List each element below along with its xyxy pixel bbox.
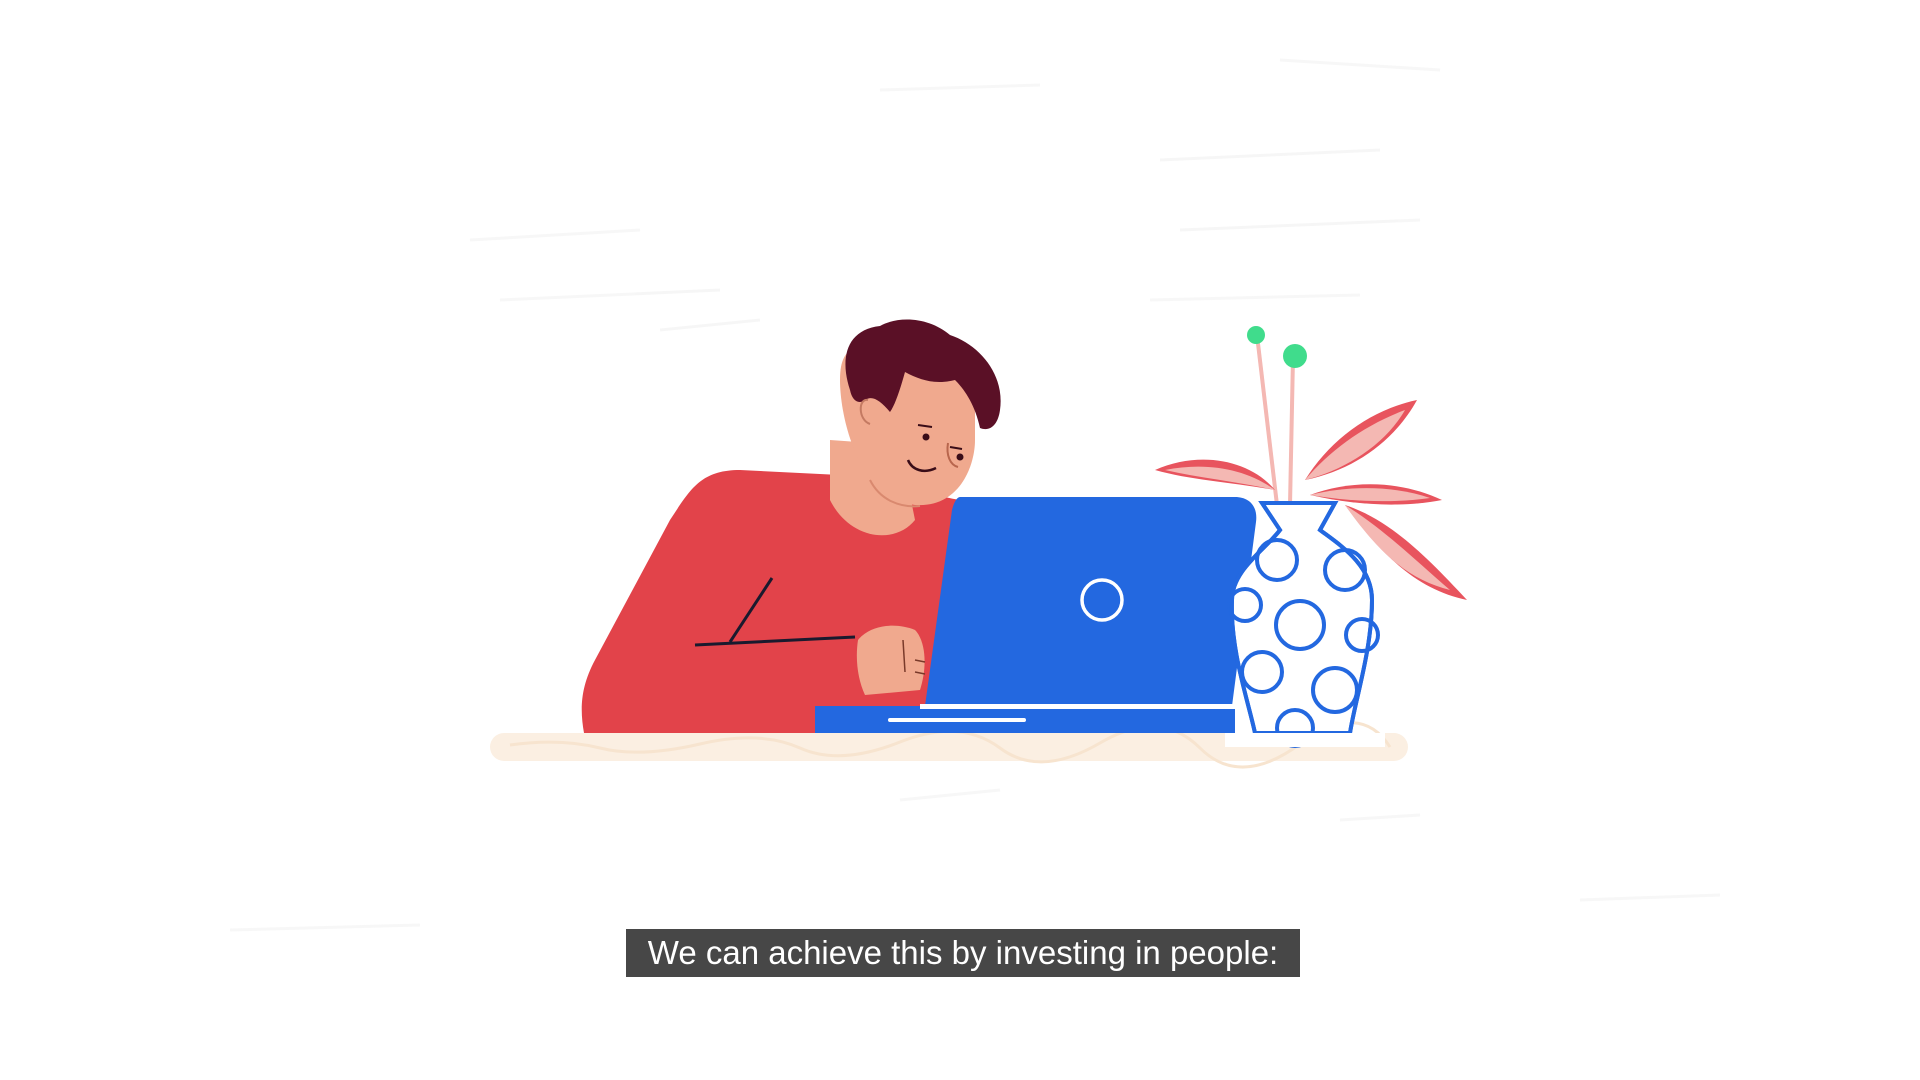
bud-right [1283, 344, 1307, 368]
bud-left [1247, 326, 1265, 344]
hand [856, 625, 925, 695]
eye-right [956, 453, 964, 461]
subtitle-caption: We can achieve this by investing in peop… [626, 929, 1300, 977]
laptop-screen-back [925, 497, 1257, 706]
video-frame: We can achieve this by investing in peop… [0, 0, 1920, 1080]
caption-text: We can achieve this by investing in peop… [647, 934, 1279, 971]
eye-left [922, 433, 930, 441]
illustration [229, 58, 1721, 932]
background-doodles [229, 58, 1721, 932]
